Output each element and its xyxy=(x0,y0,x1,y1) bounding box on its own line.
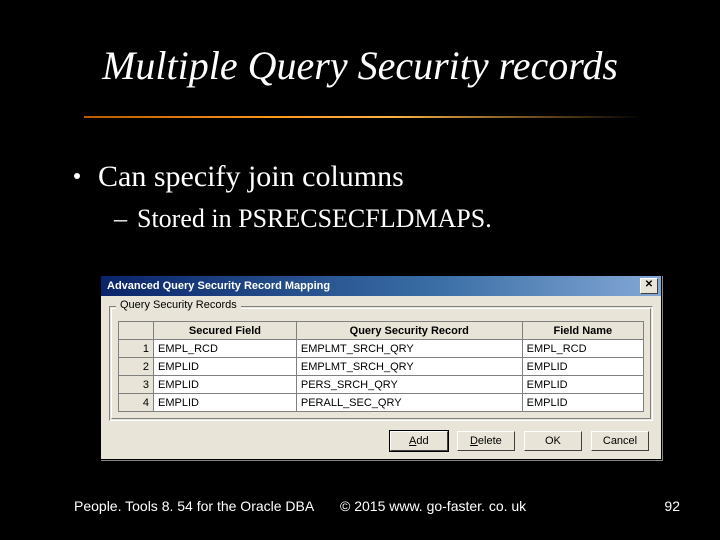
dialog-window: Advanced Query Security Record Mapping ✕… xyxy=(100,275,662,460)
title-underline xyxy=(84,116,644,118)
bullet-level-1: Can specify join columns xyxy=(74,160,680,194)
col-field-name: Field Name xyxy=(522,322,643,340)
row-number: 2 xyxy=(119,358,154,376)
dialog-title: Advanced Query Security Record Mapping xyxy=(107,280,330,292)
delete-button[interactable]: Delete xyxy=(457,431,515,451)
groupbox-legend: Query Security Records xyxy=(116,299,241,311)
row-number: 1 xyxy=(119,340,154,358)
bullet-1-text: Can specify join columns xyxy=(98,160,404,193)
col-secured-field: Secured Field xyxy=(154,322,297,340)
row-header-blank xyxy=(119,322,154,340)
bullet-level-2: –Stored in PSRECSECFLDMAPS. xyxy=(114,204,680,234)
table-row[interactable]: 3 EMPLID PERS_SRCH_QRY EMPLID xyxy=(119,376,644,394)
cell-qsr[interactable]: PERS_SRCH_QRY xyxy=(296,376,522,394)
table-row[interactable]: 2 EMPLID EMPLMT_SRCH_QRY EMPLID xyxy=(119,358,644,376)
cell-field-name[interactable]: EMPLID xyxy=(522,376,643,394)
table-row[interactable]: 4 EMPLID PERALL_SEC_QRY EMPLID xyxy=(119,394,644,412)
close-icon[interactable]: ✕ xyxy=(640,278,658,294)
bullet-2-text: Stored in PSRECSECFLDMAPS. xyxy=(137,204,492,233)
bullet-dash-icon: – xyxy=(114,204,127,233)
table-row[interactable]: 1 EMPL_RCD EMPLMT_SRCH_QRY EMPL_RCD xyxy=(119,340,644,358)
cell-secured-field[interactable]: EMPLID xyxy=(154,376,297,394)
row-number: 4 xyxy=(119,394,154,412)
cancel-button[interactable]: Cancel xyxy=(591,431,649,451)
add-button[interactable]: Add xyxy=(390,431,448,451)
mapping-table: Secured Field Query Security Record Fiel… xyxy=(118,321,644,412)
cell-qsr[interactable]: EMPLMT_SRCH_QRY xyxy=(296,340,522,358)
footer-mid: © 2015 www. go-faster. co. uk xyxy=(340,498,526,514)
dialog-titlebar: Advanced Query Security Record Mapping ✕ xyxy=(101,276,661,296)
footer-left: People. Tools 8. 54 for the Oracle DBA xyxy=(74,498,314,514)
slide-title: Multiple Query Security records xyxy=(0,42,720,89)
row-number: 3 xyxy=(119,376,154,394)
col-query-security-record: Query Security Record xyxy=(296,322,522,340)
cell-secured-field[interactable]: EMPLID xyxy=(154,394,297,412)
footer-page-number: 92 xyxy=(664,498,680,514)
cell-qsr[interactable]: PERALL_SEC_QRY xyxy=(296,394,522,412)
groupbox-query-security-records: Query Security Records Secured Field Que… xyxy=(109,306,653,421)
cell-qsr[interactable]: EMPLMT_SRCH_QRY xyxy=(296,358,522,376)
cell-field-name[interactable]: EMPLID xyxy=(522,394,643,412)
ok-button[interactable]: OK xyxy=(524,431,582,451)
cell-field-name[interactable]: EMPL_RCD xyxy=(522,340,643,358)
cell-secured-field[interactable]: EMPLID xyxy=(154,358,297,376)
bullet-dot-icon xyxy=(74,173,80,179)
dialog-button-row: Add Delete OK Cancel xyxy=(109,429,653,451)
cell-secured-field[interactable]: EMPL_RCD xyxy=(154,340,297,358)
cell-field-name[interactable]: EMPLID xyxy=(522,358,643,376)
